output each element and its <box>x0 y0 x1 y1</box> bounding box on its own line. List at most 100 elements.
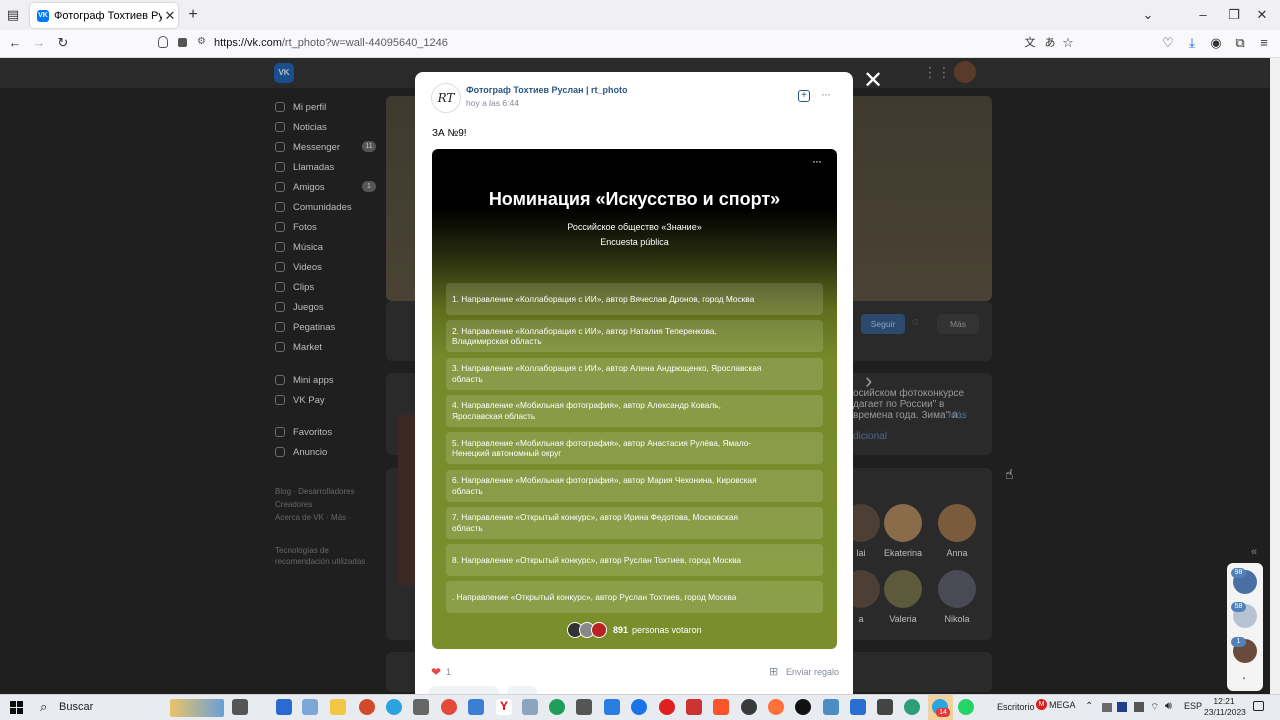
app-icon[interactable] <box>522 699 538 715</box>
poll-option[interactable]: 4. Направление «Мобильная фотография», а… <box>446 394 823 427</box>
close-window-icon[interactable]: ✕ <box>1252 5 1272 25</box>
close-tab-icon[interactable]: ✕ <box>162 8 178 24</box>
permissions-icon[interactable]: ⚙ <box>197 36 206 47</box>
poll-option[interactable]: 3. Направление «Коллаборация с ИИ», авто… <box>446 357 823 390</box>
file-explorer-icon[interactable] <box>330 699 346 715</box>
new-tab-icon[interactable]: + <box>183 5 203 25</box>
telegram-icon[interactable] <box>386 699 402 715</box>
collapse-dock-icon[interactable]: « <box>1251 546 1257 558</box>
language-indicator[interactable]: ESP <box>1184 701 1202 711</box>
whatsapp-icon[interactable] <box>958 699 974 715</box>
restore-icon[interactable]: ❐ <box>1224 5 1244 25</box>
volume-icon[interactable]: 🔊︎ <box>1165 700 1172 713</box>
send-gift-link[interactable]: Enviar regalo <box>786 667 839 677</box>
sidebar-item[interactable]: Mini apps <box>275 370 334 390</box>
close-modal-icon[interactable]: ✕ <box>862 69 884 93</box>
mega-icon[interactable]: M <box>1036 699 1047 710</box>
reaction-button[interactable] <box>429 686 499 694</box>
poll-option[interactable]: 8. Направление «Открытый конкурс», автор… <box>446 544 823 577</box>
sidebar-item[interactable]: Messenger <box>275 137 340 157</box>
app-icon[interactable] <box>359 699 375 715</box>
url-field[interactable]: https://vk.com/rt_photo?w=wall-44095640_… <box>214 33 1144 53</box>
message-icon[interactable]: ◌ <box>912 316 930 332</box>
post-more-link[interactable]: Más <box>948 410 967 421</box>
sidebar-item[interactable]: Anuncio <box>275 442 327 462</box>
post-extra-link[interactable]: dicional <box>853 431 887 442</box>
footer-links[interactable]: Acerca de VK · Más · <box>275 513 351 522</box>
sidebar-item[interactable]: Llamadas <box>275 157 334 177</box>
friend-item[interactable]: Ekaterina <box>880 504 926 558</box>
author-avatar[interactable]: RT <box>431 83 461 113</box>
translate-page-icon[interactable]: あ <box>1040 33 1060 53</box>
windows-start-icon[interactable] <box>10 701 23 714</box>
translate-icon[interactable]: 文 <box>1020 33 1040 53</box>
opera-icon[interactable] <box>659 699 675 715</box>
browser-tab[interactable]: VK Фотограф Тохтиев Руслан | rt_ ✕ <box>30 3 178 28</box>
mega-label[interactable]: MEGA <box>1049 700 1076 710</box>
app-icon[interactable] <box>631 699 647 715</box>
tray-app-icon[interactable] <box>1134 702 1144 712</box>
footer-links[interactable]: Blog · Desarrolladores <box>275 487 355 496</box>
poll-option[interactable]: 5. Направление «Мобильная фотография», а… <box>446 432 823 465</box>
footer-links[interactable]: Tecnologías de <box>275 546 329 555</box>
tiktok-icon[interactable] <box>795 699 811 715</box>
sidebar-item[interactable]: Amigos <box>275 177 325 197</box>
sidebar-item[interactable]: Favoritos <box>275 422 332 442</box>
poll-option[interactable]: 1. Направление «Коллаборация с ИИ», авто… <box>446 283 823 315</box>
apps-grid-icon[interactable]: ⋮⋮ <box>923 64 951 80</box>
shield-icon[interactable] <box>158 36 168 48</box>
app-icon[interactable] <box>468 699 484 715</box>
sidebar-item[interactable]: Videos <box>275 257 322 277</box>
poll-option[interactable]: 6. Направление «Мобильная фотография», а… <box>446 469 823 502</box>
sidebar-item[interactable]: Mi perfil <box>275 97 326 117</box>
sidebar-item[interactable]: VK Pay <box>275 390 325 410</box>
taskbar-search[interactable]: Buscar <box>59 701 93 713</box>
friend-item[interactable]: Valeria <box>880 570 926 624</box>
friend-item[interactable]: Nikola <box>934 570 980 624</box>
sidebar-item[interactable]: Pegatinas <box>275 317 335 337</box>
page-scrollbar[interactable] <box>1270 58 1280 694</box>
sidebar-item[interactable]: Juegos <box>275 297 324 317</box>
app-icon[interactable] <box>302 699 318 715</box>
lock-icon[interactable] <box>178 38 187 47</box>
chat-bubble-icon[interactable]: ◔ <box>1240 674 1246 685</box>
author-name[interactable]: Фотограф Тохтиев Руслан | rt_photo <box>466 85 628 95</box>
footer-links[interactable]: Creadores <box>275 500 312 509</box>
app-icon[interactable] <box>904 699 920 715</box>
poll-option[interactable]: 2. Направление «Коллаборация с ИИ», авто… <box>446 320 823 353</box>
clock[interactable]: 12:21 23/11/2023 <box>1204 696 1246 718</box>
search-icon[interactable]: ⌕ <box>40 699 47 715</box>
yandex-icon[interactable]: Y <box>496 699 512 715</box>
brave-icon[interactable] <box>713 699 729 715</box>
tab-overview-icon[interactable]: ▤ <box>3 5 23 25</box>
sidebar-item[interactable]: Clips <box>275 277 314 297</box>
app-icon[interactable] <box>823 699 839 715</box>
poll-option[interactable]: . Направление «Открытый конкурс», автор … <box>446 581 823 614</box>
chrome-icon[interactable] <box>441 699 457 715</box>
edge-icon[interactable] <box>549 699 565 715</box>
pocket-icon[interactable]: ♡ <box>1158 33 1178 53</box>
wifi-icon[interactable]: ⌔ <box>1150 701 1159 714</box>
menu-icon[interactable]: ≡ <box>1254 33 1274 53</box>
post-time[interactable]: hoy a las 6:44 <box>466 98 519 108</box>
app-icon[interactable] <box>877 699 893 715</box>
bookmark-star-icon[interactable]: ☆ <box>1058 33 1078 53</box>
tab-list-chevron-icon[interactable]: ⌄ <box>1138 5 1158 25</box>
user-avatar[interactable] <box>954 61 976 83</box>
poll-menu-icon[interactable]: ··· <box>812 154 822 168</box>
forward-icon[interactable]: → <box>29 33 49 53</box>
app-icon[interactable] <box>576 699 592 715</box>
sidebar-item[interactable]: Comunidades <box>275 197 352 217</box>
sidebar-item[interactable]: Música <box>275 237 323 257</box>
post-menu-icon[interactable]: ··· <box>821 87 831 101</box>
task-view-icon[interactable] <box>232 699 248 715</box>
vk-logo-icon[interactable]: VK <box>274 63 294 83</box>
more-button[interactable]: Más <box>937 314 979 334</box>
voters-avatars[interactable]: 891 personas votaron <box>567 622 702 638</box>
sidebar-item[interactable]: Fotos <box>275 217 317 237</box>
reload-icon[interactable]: ↻ <box>53 33 73 53</box>
poll-option[interactable]: 7. Направление «Открытый конкурс», автор… <box>446 506 823 539</box>
app-icon[interactable] <box>413 699 429 715</box>
extensions-icon[interactable]: ⧉ <box>1230 33 1250 53</box>
follow-button[interactable]: Seguir <box>861 314 905 334</box>
